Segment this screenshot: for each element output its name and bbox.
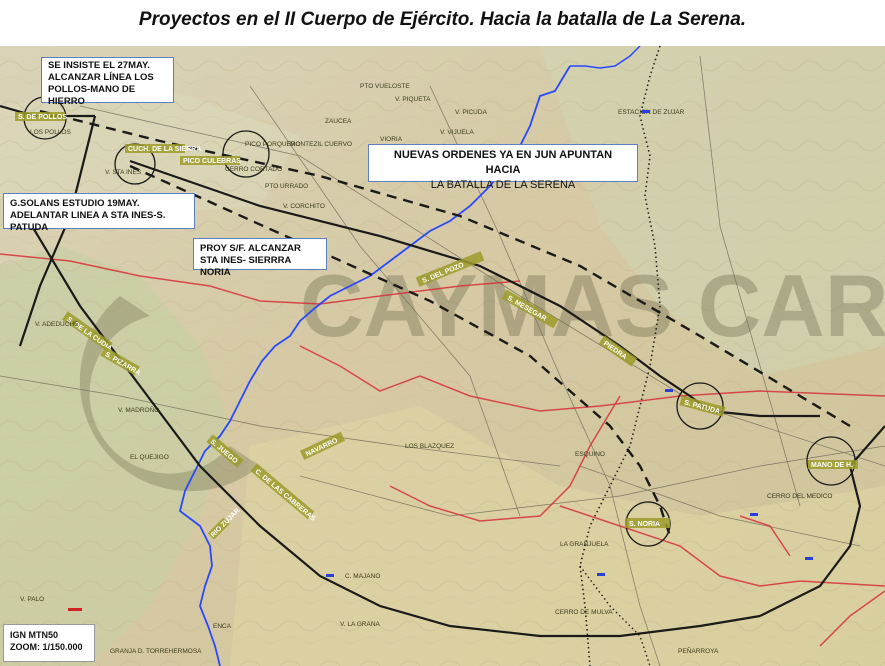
label-la-grana: V. LA GRANA <box>340 621 381 628</box>
label-madrono: V. MADROÑO <box>118 405 159 414</box>
label-sta-ines: V. STA INES <box>105 169 142 176</box>
label-mano-de-hierro: MANO DE H. <box>811 462 853 469</box>
map-source-box: IGN MTN50 ZOOM: 1/150.000 <box>3 624 95 662</box>
label-montezil: MONTEZIL CUERVO <box>290 141 352 148</box>
label-picuda: V. PICUDA <box>455 109 488 116</box>
label-piqueta: V. PIQUETA <box>395 96 431 103</box>
annotation-solans: G.SOLANS ESTUDIO 19MAY. ADELANTAR LINEA … <box>3 193 195 233</box>
annotation-proy-line2: STA INES- SIERRRA NORIA <box>200 255 291 278</box>
label-pico-culebras: PICO CULEBRAS <box>183 158 241 165</box>
map-source: IGN MTN50 <box>10 630 59 640</box>
map-zoom: ZOOM: 1/150.000 <box>10 642 83 652</box>
label-enca: ENCA <box>213 623 232 630</box>
annotation-27may-line3: POLLOS-MANO DE HIERRO <box>48 84 136 107</box>
label-v-palo: V. PALO <box>20 596 44 603</box>
label-penarroya: PEÑARROYA <box>678 646 719 655</box>
annotation-27may-line2: ALCANZAR LÍNEA LOS <box>48 72 154 83</box>
label-los-pollos: LOS POLLOS <box>30 129 71 136</box>
label-pto-urrado: PTO URRADO <box>265 183 308 190</box>
label-esquino: ESQUINO <box>575 451 605 458</box>
label-estacion-zujar: ESTACION DE ZUJAR <box>618 109 685 116</box>
annotation-ordenes: NUEVAS ORDENES YA EN JUN APUNTAN HACIA L… <box>368 144 638 191</box>
label-granja: GRANJA D. TORREHERMOSA <box>110 648 202 655</box>
annotation-27may: SE INSISTE EL 27MAY. ALCANZAR LÍNEA LOS … <box>41 57 174 107</box>
label-cerro-medico: CERRO DEL MEDICO <box>767 493 833 500</box>
label-cerro-cortado: CERRO CORTADO <box>225 166 282 173</box>
label-granjuela: LA GRANJUELA <box>560 541 609 548</box>
annotation-proy: PROY S/F. ALCANZAR STA INES- SIERRRA NOR… <box>193 238 327 278</box>
label-cerro-mulva: CERRO DE MULVA <box>555 609 613 616</box>
label-blazquez: LOS BLAZQUEZ <box>405 443 454 450</box>
annotation-ordenes-line1: NUEVAS ORDENES YA EN JUN APUNTAN HACIA <box>393 149 613 176</box>
label-zaucea: ZAUCEA <box>325 118 352 125</box>
label-quejigo: EL QUEJIGO <box>130 454 169 461</box>
map-area[interactable]: CAYMAS CARRAFIOS <box>0 46 885 666</box>
label-vijuela: V. VIJUELA <box>440 129 474 136</box>
annotation-proy-line1: PROY S/F. ALCANZAR <box>200 243 301 254</box>
label-corchito: V. CORCHITO <box>283 203 325 210</box>
red-marker <box>68 608 82 611</box>
label-c-majano: C. MAJANO <box>345 573 380 580</box>
topographic-map[interactable]: CAYMAS CARRAFIOS <box>0 46 885 666</box>
annotation-solans-line1: G.SOLANS ESTUDIO 19MAY. <box>10 198 140 209</box>
annotation-27may-line1: SE INSISTE EL 27MAY. <box>48 60 150 71</box>
map-title: Proyectos en el II Cuerpo de Ejército. H… <box>138 9 747 30</box>
annotation-ordenes-line2: LA BATALLA DE LA SERENA <box>430 179 576 191</box>
label-vueloste: PTO VUELOSTE <box>360 83 410 90</box>
label-vioria: VIORIA <box>380 136 403 143</box>
label-sierra-noria: S. NORIA <box>629 521 660 528</box>
label-cuch-sierra: CUCH. DE LA SIERRA <box>128 146 201 153</box>
annotation-solans-line2: ADELANTAR LINEA A STA INES-S. PATUDA <box>10 210 166 233</box>
label-adeduche: V. ADEDUCHE <box>35 321 79 328</box>
label-sierra-pollos: S. DE POLLOS <box>18 114 67 121</box>
contour-lines <box>0 46 885 666</box>
